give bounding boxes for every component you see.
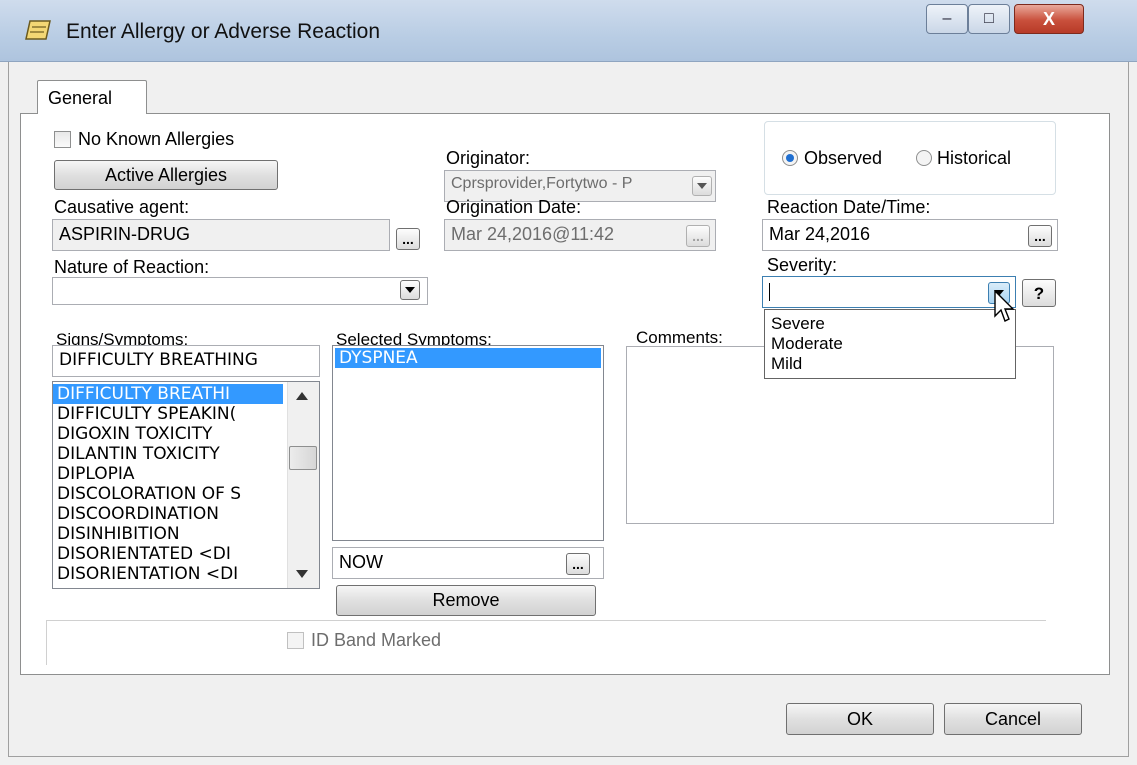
window-title: Enter Allergy or Adverse Reaction [66,20,380,43]
severity-label: Severity: [767,255,838,275]
origination-date-field[interactable]: Mar 24,2016@11:42 [444,219,716,251]
severity-dropdown-list[interactable]: Severe Moderate Mild [764,309,1016,379]
list-item[interactable]: DISCOORDINATION [53,504,319,524]
remove-symptom-button[interactable]: Remove [336,585,596,616]
list-item[interactable]: DIPLOPIA [53,464,319,484]
active-allergies-button[interactable]: Active Allergies [54,160,278,190]
no-known-allergies-label: No Known Allergies [78,129,235,149]
causative-agent-label: Causative agent: [54,197,190,217]
text-caret [769,283,770,302]
list-item[interactable]: DISORIENTATION <DI [53,564,319,584]
ok-button-label: OK [846,708,873,729]
historical-label: Historical [937,148,1012,168]
observed-radio[interactable] [782,150,798,166]
list-item[interactable]: DIFFICULTY BREATHI [53,384,283,404]
active-allergies-button-label: Active Allergies [104,164,228,185]
allergy-form-icon [25,20,51,40]
scroll-up-icon[interactable] [296,392,308,400]
list-item[interactable]: DISCOLORATION OF S [53,484,319,504]
origination-date-label: Origination Date: [446,197,582,217]
reaction-datetime-browse-button[interactable]: ... [1028,225,1052,247]
severity-select[interactable] [762,276,1016,308]
list-item[interactable]: DYSPNEA [335,348,601,368]
nature-of-reaction-select[interactable] [52,277,428,305]
no-known-allergies-checkbox[interactable] [54,131,71,148]
symptom-date-field[interactable]: NOW [332,547,604,579]
mouse-cursor-icon [994,290,1015,322]
remove-button-label: Remove [432,590,500,610]
cancel-button[interactable]: Cancel [944,703,1082,735]
scrollbar-thumb[interactable] [289,446,317,470]
severity-option-moderate[interactable]: Moderate [765,334,1015,354]
ok-button[interactable]: OK [786,703,934,735]
originator-label: Originator: [446,148,531,168]
scroll-down-icon[interactable] [296,570,308,578]
signs-symptoms-list[interactable]: DIFFICULTY BREATHI DIFFICULTY SPEAKIN( D… [52,381,320,589]
origination-date-browse-button[interactable]: ... [686,225,710,247]
ellipsis-icon: ... [1034,228,1046,244]
ellipsis-icon: ... [692,228,704,244]
id-band-marked-label: ID Band Marked [311,630,442,650]
minimize-button[interactable]: – [926,4,968,34]
comments-label: Comments: [636,328,723,347]
id-band-marked-checkbox[interactable] [287,632,304,649]
ellipsis-icon: ... [402,231,414,247]
tab-general[interactable]: General [37,80,147,114]
symptom-date-browse-button[interactable]: ... [566,553,590,575]
id-band-group [46,620,1046,665]
reaction-datetime-field[interactable]: Mar 24,2016 [762,219,1058,251]
list-item[interactable]: DISORIENTATED <DI [53,544,319,564]
causative-agent-field[interactable]: ASPIRIN-DRUG [52,219,390,251]
list-item[interactable]: DISINHIBITION [53,524,319,544]
maximize-icon: □ [984,10,994,27]
list-item[interactable]: DIFFICULTY SPEAKIN( [53,404,319,424]
selected-symptoms-list[interactable]: DYSPNEA [332,345,604,541]
close-button[interactable]: X [1014,4,1084,34]
severity-option-severe[interactable]: Severe [765,314,1015,334]
help-icon: ? [1033,283,1045,303]
severity-option-mild[interactable]: Mild [765,354,1015,374]
observed-label: Observed [804,148,883,168]
maximize-button[interactable]: □ [968,4,1010,34]
reaction-datetime-label: Reaction Date/Time: [767,197,931,217]
minimize-icon: – [942,10,952,27]
signs-symptoms-scrollbar[interactable] [287,382,319,588]
ellipsis-icon: ... [572,556,584,572]
list-item[interactable]: DILANTIN TOXICITY [53,444,319,464]
signs-symptoms-search-input[interactable]: DIFFICULTY BREATHING [52,345,320,377]
chevron-down-icon[interactable] [400,280,420,300]
tab-general-label: General [48,88,113,108]
nature-of-reaction-label: Nature of Reaction: [54,257,210,277]
close-icon: X [1042,8,1055,29]
cancel-button-label: Cancel [984,708,1042,729]
list-item[interactable]: DIGOXIN TOXICITY [53,424,319,444]
severity-help-button[interactable]: ? [1022,279,1056,307]
causative-agent-browse-button[interactable]: ... [396,228,420,250]
historical-radio[interactable] [916,150,932,166]
chevron-down-icon[interactable] [692,176,712,196]
